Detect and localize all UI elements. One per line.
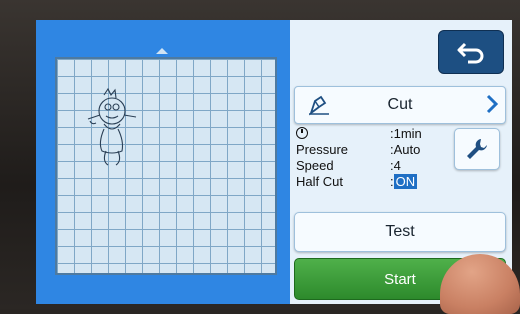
setting-row-time: :1min bbox=[296, 126, 446, 142]
cut-preview bbox=[36, 20, 290, 304]
settings-button[interactable] bbox=[454, 128, 500, 170]
touch-screen: Cut :1min Pressure :Auto Speed :4 Half C… bbox=[36, 20, 512, 304]
back-arrow-icon bbox=[457, 42, 484, 64]
pressure-label: Pressure bbox=[296, 142, 349, 157]
setting-row-speed: Speed :4 bbox=[296, 158, 446, 174]
half-cut-on-badge: ON bbox=[393, 174, 418, 189]
clock-icon bbox=[296, 127, 308, 139]
time-value: :1min bbox=[390, 126, 422, 141]
mode-selector-button[interactable]: Cut bbox=[294, 86, 506, 124]
speed-value: :4 bbox=[390, 158, 401, 173]
speed-label: Speed bbox=[296, 158, 334, 173]
pressure-value: :Auto bbox=[390, 142, 421, 157]
mat-direction-arrow-icon bbox=[156, 48, 168, 54]
test-button-label: Test bbox=[385, 223, 415, 240]
test-button[interactable]: Test bbox=[294, 212, 506, 252]
half-cut-value: : ON bbox=[390, 174, 418, 190]
wrench-icon bbox=[467, 139, 487, 159]
mode-label: Cut bbox=[387, 96, 413, 113]
chevron-right-icon bbox=[486, 94, 499, 114]
setting-row-half-cut: Half Cut : ON bbox=[296, 174, 446, 190]
cut-settings-list: :1min Pressure :Auto Speed :4 Half Cut :… bbox=[296, 126, 446, 190]
setting-row-pressure: Pressure :Auto bbox=[296, 142, 446, 158]
back-button[interactable] bbox=[438, 30, 504, 74]
pattern-drawing bbox=[87, 87, 137, 166]
half-cut-label: Half Cut bbox=[296, 174, 343, 189]
